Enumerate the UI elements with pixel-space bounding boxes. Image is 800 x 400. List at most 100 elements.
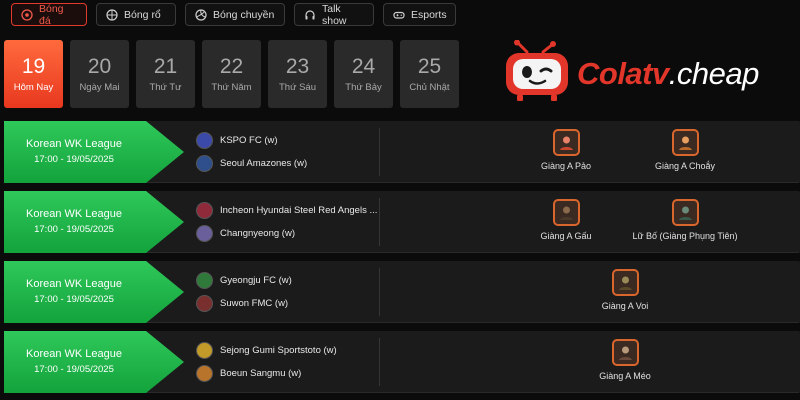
site-logo[interactable]: Colatv.cheap [503, 39, 793, 108]
match-row[interactable]: Korean WK League 17:00 - 19/05/2025 KSPO… [4, 121, 800, 183]
team-name: Gyeongju FC (w) [220, 275, 292, 286]
brand-part-a: Colatv [577, 56, 669, 91]
away-team: Suwon FMC (w) [196, 292, 382, 315]
team-name: Incheon Hyundai Steel Red Angels ... [220, 205, 378, 216]
day-19[interactable]: 19 Hôm Nay [4, 40, 63, 108]
headphones-icon [304, 9, 316, 21]
tab-label: Esports [411, 8, 447, 21]
home-team: Gyeongju FC (w) [196, 269, 382, 292]
league-name: Korean WK League [25, 138, 122, 150]
volleyball-icon [195, 8, 207, 21]
team-name: Seoul Amazones (w) [220, 158, 308, 169]
tab-esports[interactable]: Esports [383, 3, 456, 26]
away-team: Boeun Sangmu (w) [196, 362, 382, 385]
day-23[interactable]: 23 Thứ Sáu [268, 40, 327, 108]
divider [379, 338, 380, 386]
brand-name: Colatv.cheap [577, 56, 759, 92]
day-label: Chủ Nhật [409, 82, 450, 93]
commentator-avatar-icon [611, 269, 639, 296]
team-name: Changnyeong (w) [220, 228, 295, 239]
match-row[interactable]: Korean WK League 17:00 - 19/05/2025 Inch… [4, 191, 800, 253]
match-row[interactable]: Korean WK League 17:00 - 19/05/2025 Sejo… [4, 331, 800, 393]
tab-label: Bóng đá [39, 2, 64, 27]
team-name: KSPO FC (w) [220, 135, 278, 146]
commentator[interactable]: Giàng A Méo [570, 339, 680, 381]
commentator-name: Giàng A Gấu [540, 231, 592, 241]
league-badge: Korean WK League 17:00 - 19/05/2025 [4, 331, 184, 393]
away-team: Changnyeong (w) [196, 222, 382, 245]
match-time: 17:00 - 19/05/2025 [34, 364, 114, 375]
commentator[interactable]: Giàng A Voi [570, 269, 680, 311]
day-number: 25 [417, 55, 442, 78]
day-number: 20 [87, 55, 112, 78]
date-selector: 19 Hôm Nay 20 Ngày Mai 21 Thứ Tư 22 Thứ Năm … [4, 40, 459, 108]
commentator[interactable]: Lữ Bố (Giàng Phụng Tiên) [630, 199, 740, 241]
day-label: Thứ Tư [149, 82, 182, 93]
day-label: Thứ Năm [211, 82, 252, 93]
match-list: Korean WK League 17:00 - 19/05/2025 KSPO… [4, 121, 800, 400]
day-20[interactable]: 20 Ngày Mai [70, 40, 129, 108]
tab-talk-show[interactable]: Talk show [294, 2, 374, 27]
match-time: 17:00 - 19/05/2025 [34, 294, 114, 305]
commentator[interactable]: Giàng A Gấu [511, 199, 621, 241]
commentator-name: Giàng A Voi [601, 301, 649, 311]
match-time: 17:00 - 19/05/2025 [34, 154, 114, 165]
team-crest-icon [196, 342, 213, 359]
day-number: 21 [153, 55, 178, 78]
teams: Incheon Hyundai Steel Red Angels ... Cha… [196, 199, 382, 245]
commentator-avatar-icon [611, 339, 639, 366]
day-number: 22 [219, 55, 244, 78]
divider [379, 268, 380, 316]
divider [379, 198, 380, 246]
day-label: Thứ Bảy [345, 82, 382, 93]
tab-bong-da[interactable]: Bóng đá [11, 2, 87, 27]
gamepad-icon [393, 9, 405, 21]
tab-bong-chuyen[interactable]: Bóng chuyền [185, 3, 285, 26]
match-row[interactable]: Korean WK League 17:00 - 19/05/2025 Gyeo… [4, 261, 800, 323]
league-name: Korean WK League [25, 278, 122, 290]
commentator-name: Giàng A Méo [599, 371, 651, 381]
commentator-avatar-icon [552, 199, 580, 226]
tab-label: Bóng chuyền [213, 8, 275, 21]
day-22[interactable]: 22 Thứ Năm [202, 40, 261, 108]
league-name: Korean WK League [25, 348, 122, 360]
tv-mascot-icon [503, 39, 573, 108]
commentator-avatar-icon [671, 129, 699, 156]
day-number: 19 [21, 55, 46, 78]
team-crest-icon [196, 365, 213, 382]
commentator-name: Giàng A Pảo [540, 161, 592, 171]
day-label: Hôm Nay [13, 82, 54, 93]
day-24[interactable]: 24 Thứ Bảy [334, 40, 393, 108]
league-badge: Korean WK League 17:00 - 19/05/2025 [4, 121, 184, 183]
basketball-icon [106, 8, 118, 21]
commentator-avatar-icon [552, 129, 580, 156]
sport-tabs: Bóng đá Bóng rổ Bóng chuyền Talk show Es… [11, 2, 456, 27]
day-number: 24 [351, 55, 376, 78]
team-crest-icon [196, 202, 213, 219]
day-label: Ngày Mai [79, 82, 120, 93]
league-name: Korean WK League [25, 208, 122, 220]
brand-part-b: .cheap [668, 56, 760, 91]
teams: Gyeongju FC (w) Suwon FMC (w) [196, 269, 382, 315]
home-team: KSPO FC (w) [196, 129, 382, 152]
commentator[interactable]: Giàng A Choắy [630, 129, 740, 171]
away-team: Seoul Amazones (w) [196, 152, 382, 175]
match-time: 17:00 - 19/05/2025 [34, 224, 114, 235]
day-25[interactable]: 25 Chủ Nhật [400, 40, 459, 108]
team-crest-icon [196, 225, 213, 242]
commentator-name: Giàng A Choắy [654, 161, 716, 171]
home-team: Incheon Hyundai Steel Red Angels ... [196, 199, 382, 222]
team-name: Suwon FMC (w) [220, 298, 289, 309]
league-badge: Korean WK League 17:00 - 19/05/2025 [4, 191, 184, 253]
team-crest-icon [196, 132, 213, 149]
home-team: Sejong Gumi Sportstoto (w) [196, 339, 382, 362]
commentator-name: Lữ Bố (Giàng Phụng Tiên) [632, 231, 738, 241]
day-21[interactable]: 21 Thứ Tư [136, 40, 195, 108]
commentator[interactable]: Giàng A Pảo [511, 129, 621, 171]
teams: Sejong Gumi Sportstoto (w) Boeun Sangmu … [196, 339, 382, 385]
day-label: Thứ Sáu [279, 82, 316, 93]
league-badge: Korean WK League 17:00 - 19/05/2025 [4, 261, 184, 323]
tab-label: Talk show [322, 2, 347, 27]
tab-bong-ro[interactable]: Bóng rổ [96, 3, 176, 26]
team-name: Boeun Sangmu (w) [220, 368, 302, 379]
